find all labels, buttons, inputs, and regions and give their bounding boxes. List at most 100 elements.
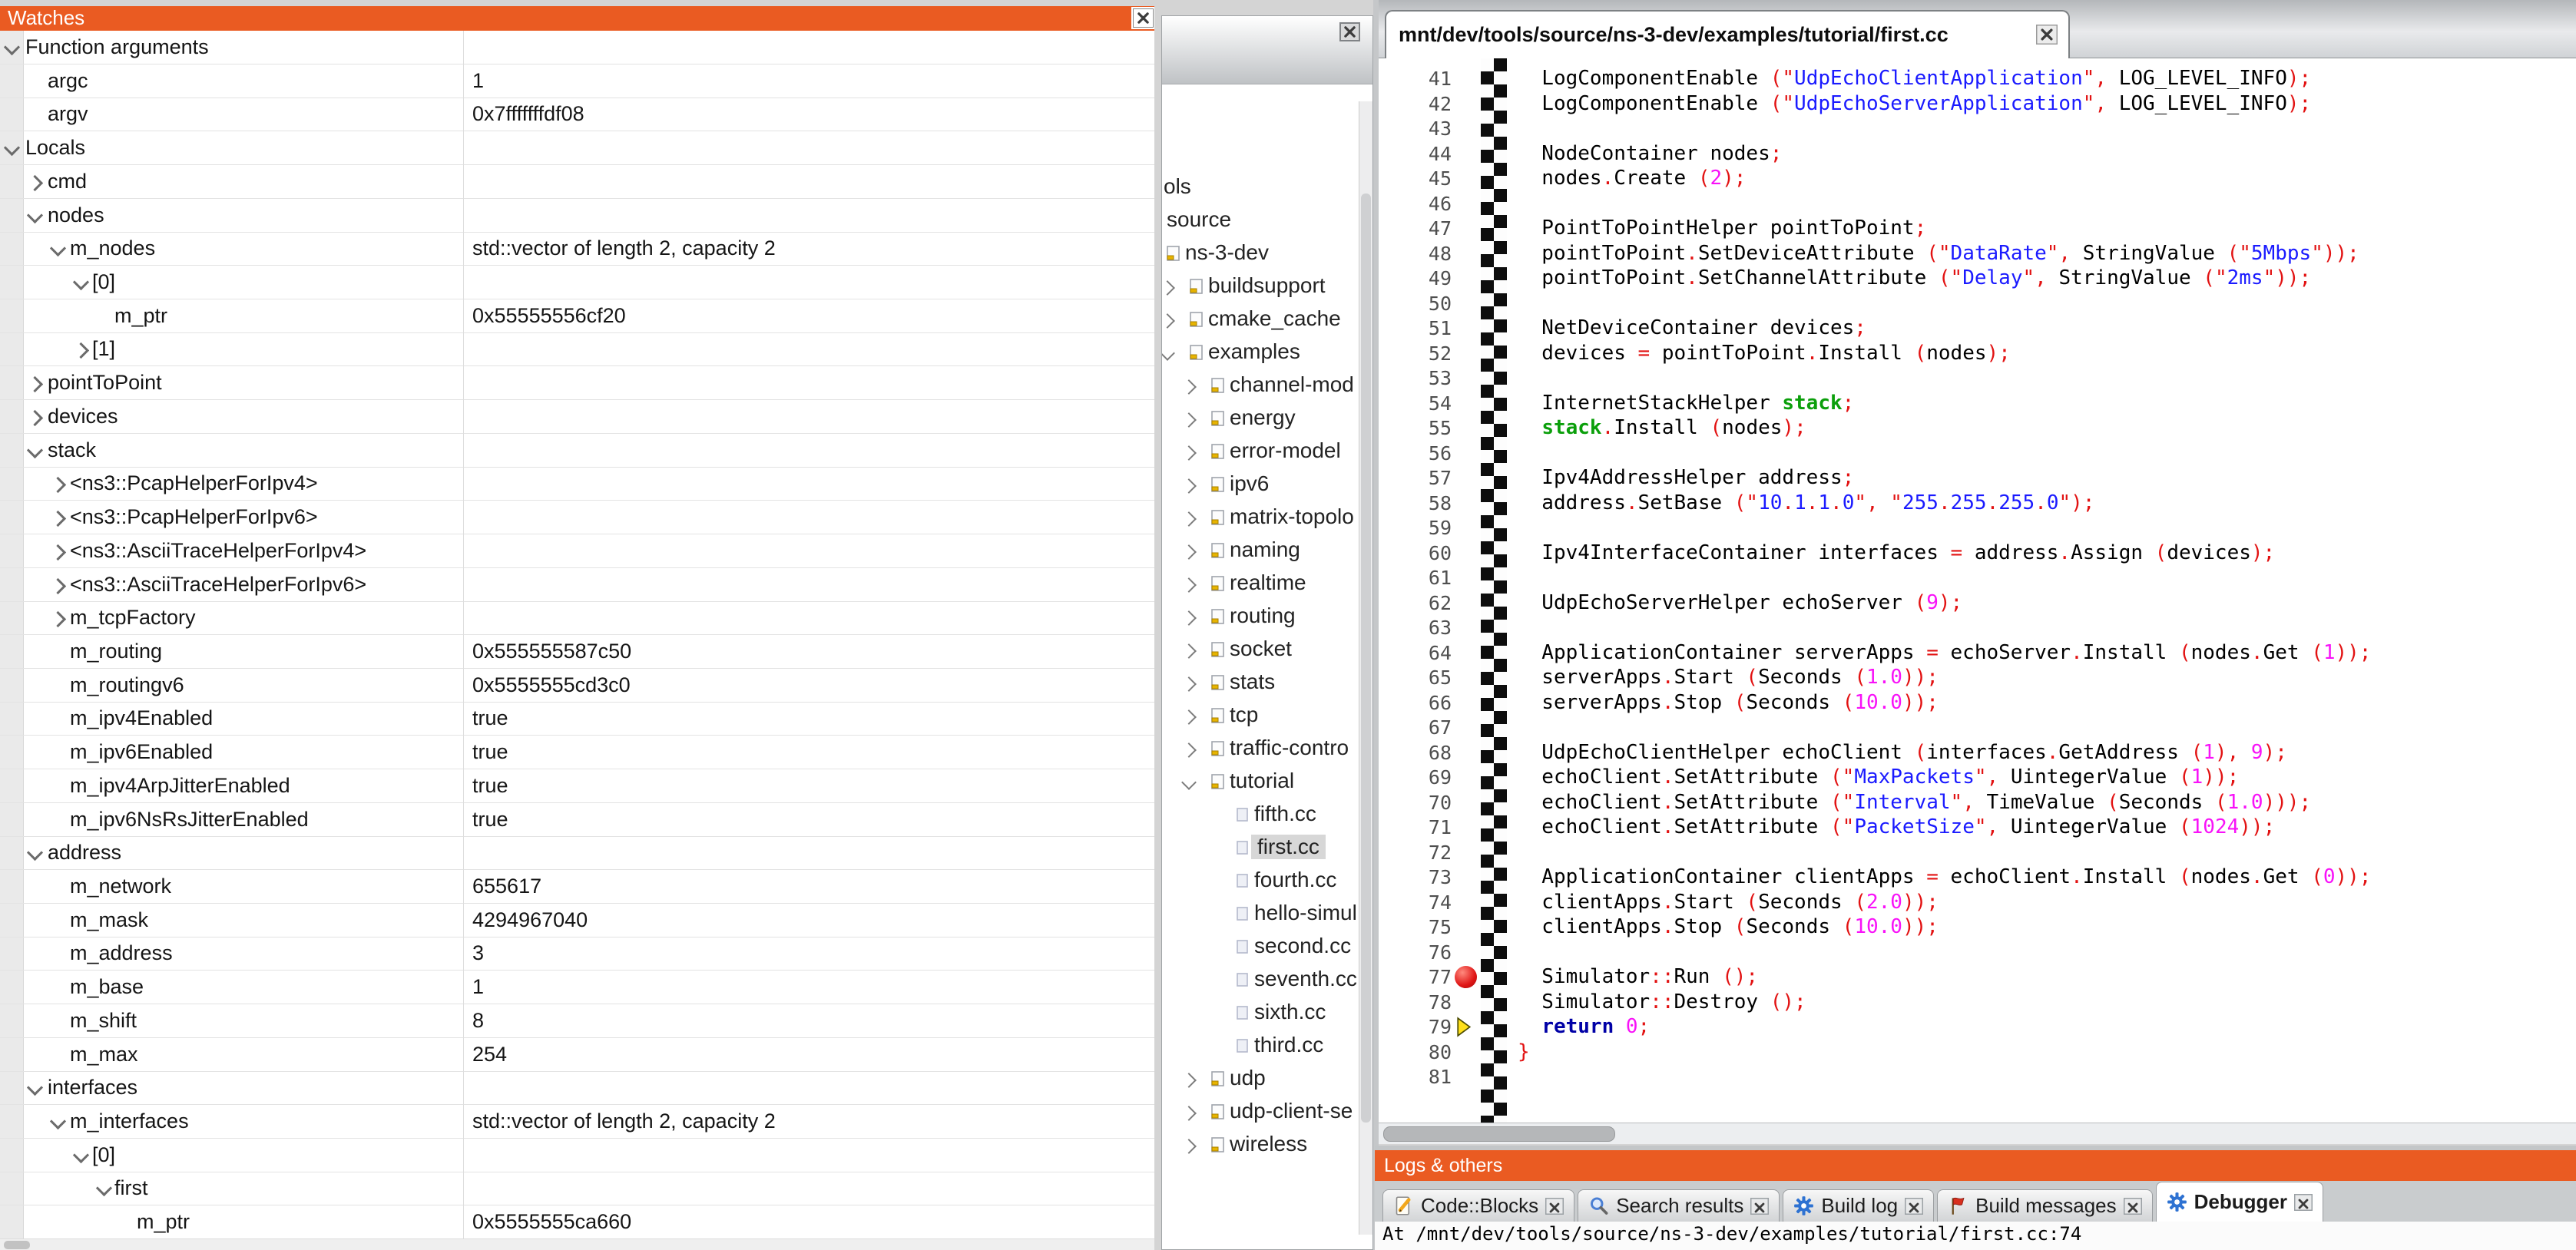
collapse-icon[interactable] bbox=[4, 39, 20, 55]
watch-row[interactable]: m_ptr0x5555555ca660 bbox=[0, 1205, 1154, 1239]
expand-icon[interactable] bbox=[50, 544, 66, 561]
tree-item[interactable]: udp bbox=[1162, 1063, 1372, 1096]
tree-item[interactable]: realtime bbox=[1162, 567, 1372, 600]
log-tab-build-messages[interactable]: Build messages bbox=[1937, 1189, 2153, 1222]
collapse-icon[interactable] bbox=[27, 442, 43, 458]
tree-item[interactable]: tutorial bbox=[1162, 766, 1372, 799]
code-line[interactable]: 44 NodeContainer nodes; bbox=[1379, 141, 2576, 167]
watch-row[interactable]: <ns3::AsciiTraceHelperForIpv4> bbox=[0, 534, 1154, 568]
watch-row[interactable]: m_ipv4ArpJitterEnabledtrue bbox=[0, 769, 1154, 803]
expand-icon[interactable] bbox=[1181, 1139, 1197, 1154]
watch-row[interactable]: Function arguments bbox=[0, 31, 1154, 64]
code-line[interactable]: 58 address.SetBase ("10.1.1.0", "255.255… bbox=[1379, 491, 2576, 516]
expand-icon[interactable] bbox=[73, 342, 89, 359]
tree-item[interactable]: energy bbox=[1162, 402, 1372, 435]
watches-horizontal-scrollbar[interactable] bbox=[0, 1238, 1154, 1250]
code-line[interactable]: 76 bbox=[1379, 940, 2576, 965]
watch-row[interactable]: <ns3::AsciiTraceHelperForIpv6> bbox=[0, 568, 1154, 602]
watch-row[interactable]: nodes bbox=[0, 199, 1154, 233]
code-line[interactable]: 81 bbox=[1379, 1064, 2576, 1090]
code-line[interactable]: 56 bbox=[1379, 441, 2576, 466]
log-tab-build-log[interactable]: Build log bbox=[1783, 1189, 1934, 1222]
expand-icon[interactable] bbox=[1181, 412, 1197, 428]
close-icon[interactable] bbox=[2294, 1194, 2313, 1211]
watch-row[interactable]: m_ipv6NsRsJitterEnabledtrue bbox=[0, 803, 1154, 837]
expand-icon[interactable] bbox=[1181, 610, 1197, 626]
close-icon[interactable] bbox=[1339, 22, 1360, 41]
code-line[interactable]: 77 Simulator::Run (); bbox=[1379, 964, 2576, 990]
watch-row[interactable]: m_tcpFactory bbox=[0, 601, 1154, 635]
expand-icon[interactable] bbox=[1181, 478, 1197, 494]
log-tab-search-results[interactable]: Search results bbox=[1578, 1189, 1780, 1222]
code-line[interactable]: 62 UdpEchoServerHelper echoServer (9); bbox=[1379, 590, 2576, 616]
tree-item[interactable]: naming bbox=[1162, 534, 1372, 567]
tree-item[interactable]: ols bbox=[1162, 171, 1372, 204]
code-line[interactable]: 72 bbox=[1379, 840, 2576, 865]
expand-icon[interactable] bbox=[1162, 280, 1175, 296]
log-tab-debugger[interactable]: Debugger bbox=[2156, 1182, 2323, 1222]
watch-row[interactable]: stack bbox=[0, 434, 1154, 468]
close-icon[interactable] bbox=[1750, 1198, 1769, 1215]
tree-item[interactable]: ns-3-dev bbox=[1162, 237, 1372, 270]
code-line[interactable]: 73 ApplicationContainer clientApps = ech… bbox=[1379, 865, 2576, 890]
expand-icon[interactable] bbox=[1181, 709, 1197, 725]
watch-row[interactable]: [1] bbox=[0, 332, 1154, 366]
tree-item[interactable]: fifth.cc bbox=[1162, 799, 1372, 832]
code-line[interactable]: 52 devices = pointToPoint.Install (nodes… bbox=[1379, 341, 2576, 366]
watch-row[interactable]: devices bbox=[0, 400, 1154, 434]
expand-icon[interactable] bbox=[1181, 544, 1197, 560]
code-line[interactable]: 75 clientApps.Stop (Seconds (10.0)); bbox=[1379, 914, 2576, 940]
code-line[interactable]: 51 NetDeviceContainer devices; bbox=[1379, 316, 2576, 341]
editor-horizontal-scrollbar[interactable] bbox=[1379, 1123, 2576, 1144]
scrollbar-thumb[interactable] bbox=[1383, 1126, 1615, 1142]
expand-icon[interactable] bbox=[50, 578, 66, 594]
tree-item[interactable]: ipv6 bbox=[1162, 468, 1372, 501]
close-icon[interactable] bbox=[1905, 1198, 1923, 1215]
code-line[interactable]: 67 bbox=[1379, 715, 2576, 740]
collapse-icon[interactable] bbox=[27, 207, 43, 223]
close-icon[interactable] bbox=[1545, 1198, 1564, 1215]
watch-row[interactable]: [0] bbox=[0, 1139, 1154, 1172]
watch-row[interactable]: interfaces bbox=[0, 1071, 1154, 1105]
code-line[interactable]: 59 bbox=[1379, 515, 2576, 541]
watch-row[interactable]: m_ptr0x55555556cf20 bbox=[0, 299, 1154, 333]
collapse-icon[interactable] bbox=[96, 1180, 112, 1196]
collapse-icon[interactable] bbox=[1181, 775, 1197, 790]
expand-icon[interactable] bbox=[1181, 643, 1197, 659]
expand-icon[interactable] bbox=[1181, 676, 1197, 692]
tree-item[interactable]: source bbox=[1162, 204, 1372, 237]
tree-item[interactable]: udp-client-se bbox=[1162, 1096, 1372, 1129]
tree-item[interactable]: traffic-contro bbox=[1162, 732, 1372, 766]
code-line[interactable]: 43 bbox=[1379, 116, 2576, 141]
code-line[interactable]: 66 serverApps.Stop (Seconds (10.0)); bbox=[1379, 690, 2576, 716]
expand-icon[interactable] bbox=[50, 511, 66, 527]
breakpoint-icon[interactable] bbox=[1455, 966, 1477, 988]
scrollbar-thumb[interactable] bbox=[4, 1241, 30, 1249]
watches-column-divider[interactable] bbox=[463, 31, 464, 1238]
tree-vertical-scrollbar[interactable] bbox=[1359, 101, 1372, 1235]
watch-row[interactable]: argc1 bbox=[0, 64, 1154, 98]
expand-icon[interactable] bbox=[1181, 379, 1197, 395]
code-line[interactable]: 42 LogComponentEnable ("UdpEchoServerApp… bbox=[1379, 91, 2576, 117]
watch-row[interactable]: Locals bbox=[0, 131, 1154, 165]
code-line[interactable]: 41 LogComponentEnable ("UdpEchoClientApp… bbox=[1379, 66, 2576, 91]
tree-item[interactable]: socket bbox=[1162, 633, 1372, 666]
expand-icon[interactable] bbox=[27, 376, 43, 392]
code-line[interactable]: 64 ApplicationContainer serverApps = ech… bbox=[1379, 640, 2576, 666]
tree-item[interactable]: routing bbox=[1162, 600, 1372, 633]
tree-item[interactable]: error-model bbox=[1162, 435, 1372, 468]
code-line[interactable]: 71 echoClient.SetAttribute ("PacketSize"… bbox=[1379, 815, 2576, 840]
collapse-icon[interactable] bbox=[4, 140, 20, 156]
code-line[interactable]: 57 Ipv4AddressHelper address; bbox=[1379, 465, 2576, 491]
watch-row[interactable]: m_routingv60x5555555cd3c0 bbox=[0, 669, 1154, 703]
code-line[interactable]: 55 stack.Install (nodes); bbox=[1379, 415, 2576, 441]
code-line[interactable]: 78 Simulator::Destroy (); bbox=[1379, 990, 2576, 1015]
code-line[interactable]: 47 PointToPointHelper pointToPoint; bbox=[1379, 216, 2576, 241]
collapse-icon[interactable] bbox=[1162, 346, 1175, 361]
expand-icon[interactable] bbox=[1181, 742, 1197, 758]
collapse-icon[interactable] bbox=[73, 274, 89, 290]
tree-item[interactable]: examples bbox=[1162, 336, 1372, 369]
code-line[interactable]: 61 bbox=[1379, 565, 2576, 590]
expand-icon[interactable] bbox=[1181, 1106, 1197, 1121]
code-line[interactable]: 69 echoClient.SetAttribute ("MaxPackets"… bbox=[1379, 765, 2576, 790]
